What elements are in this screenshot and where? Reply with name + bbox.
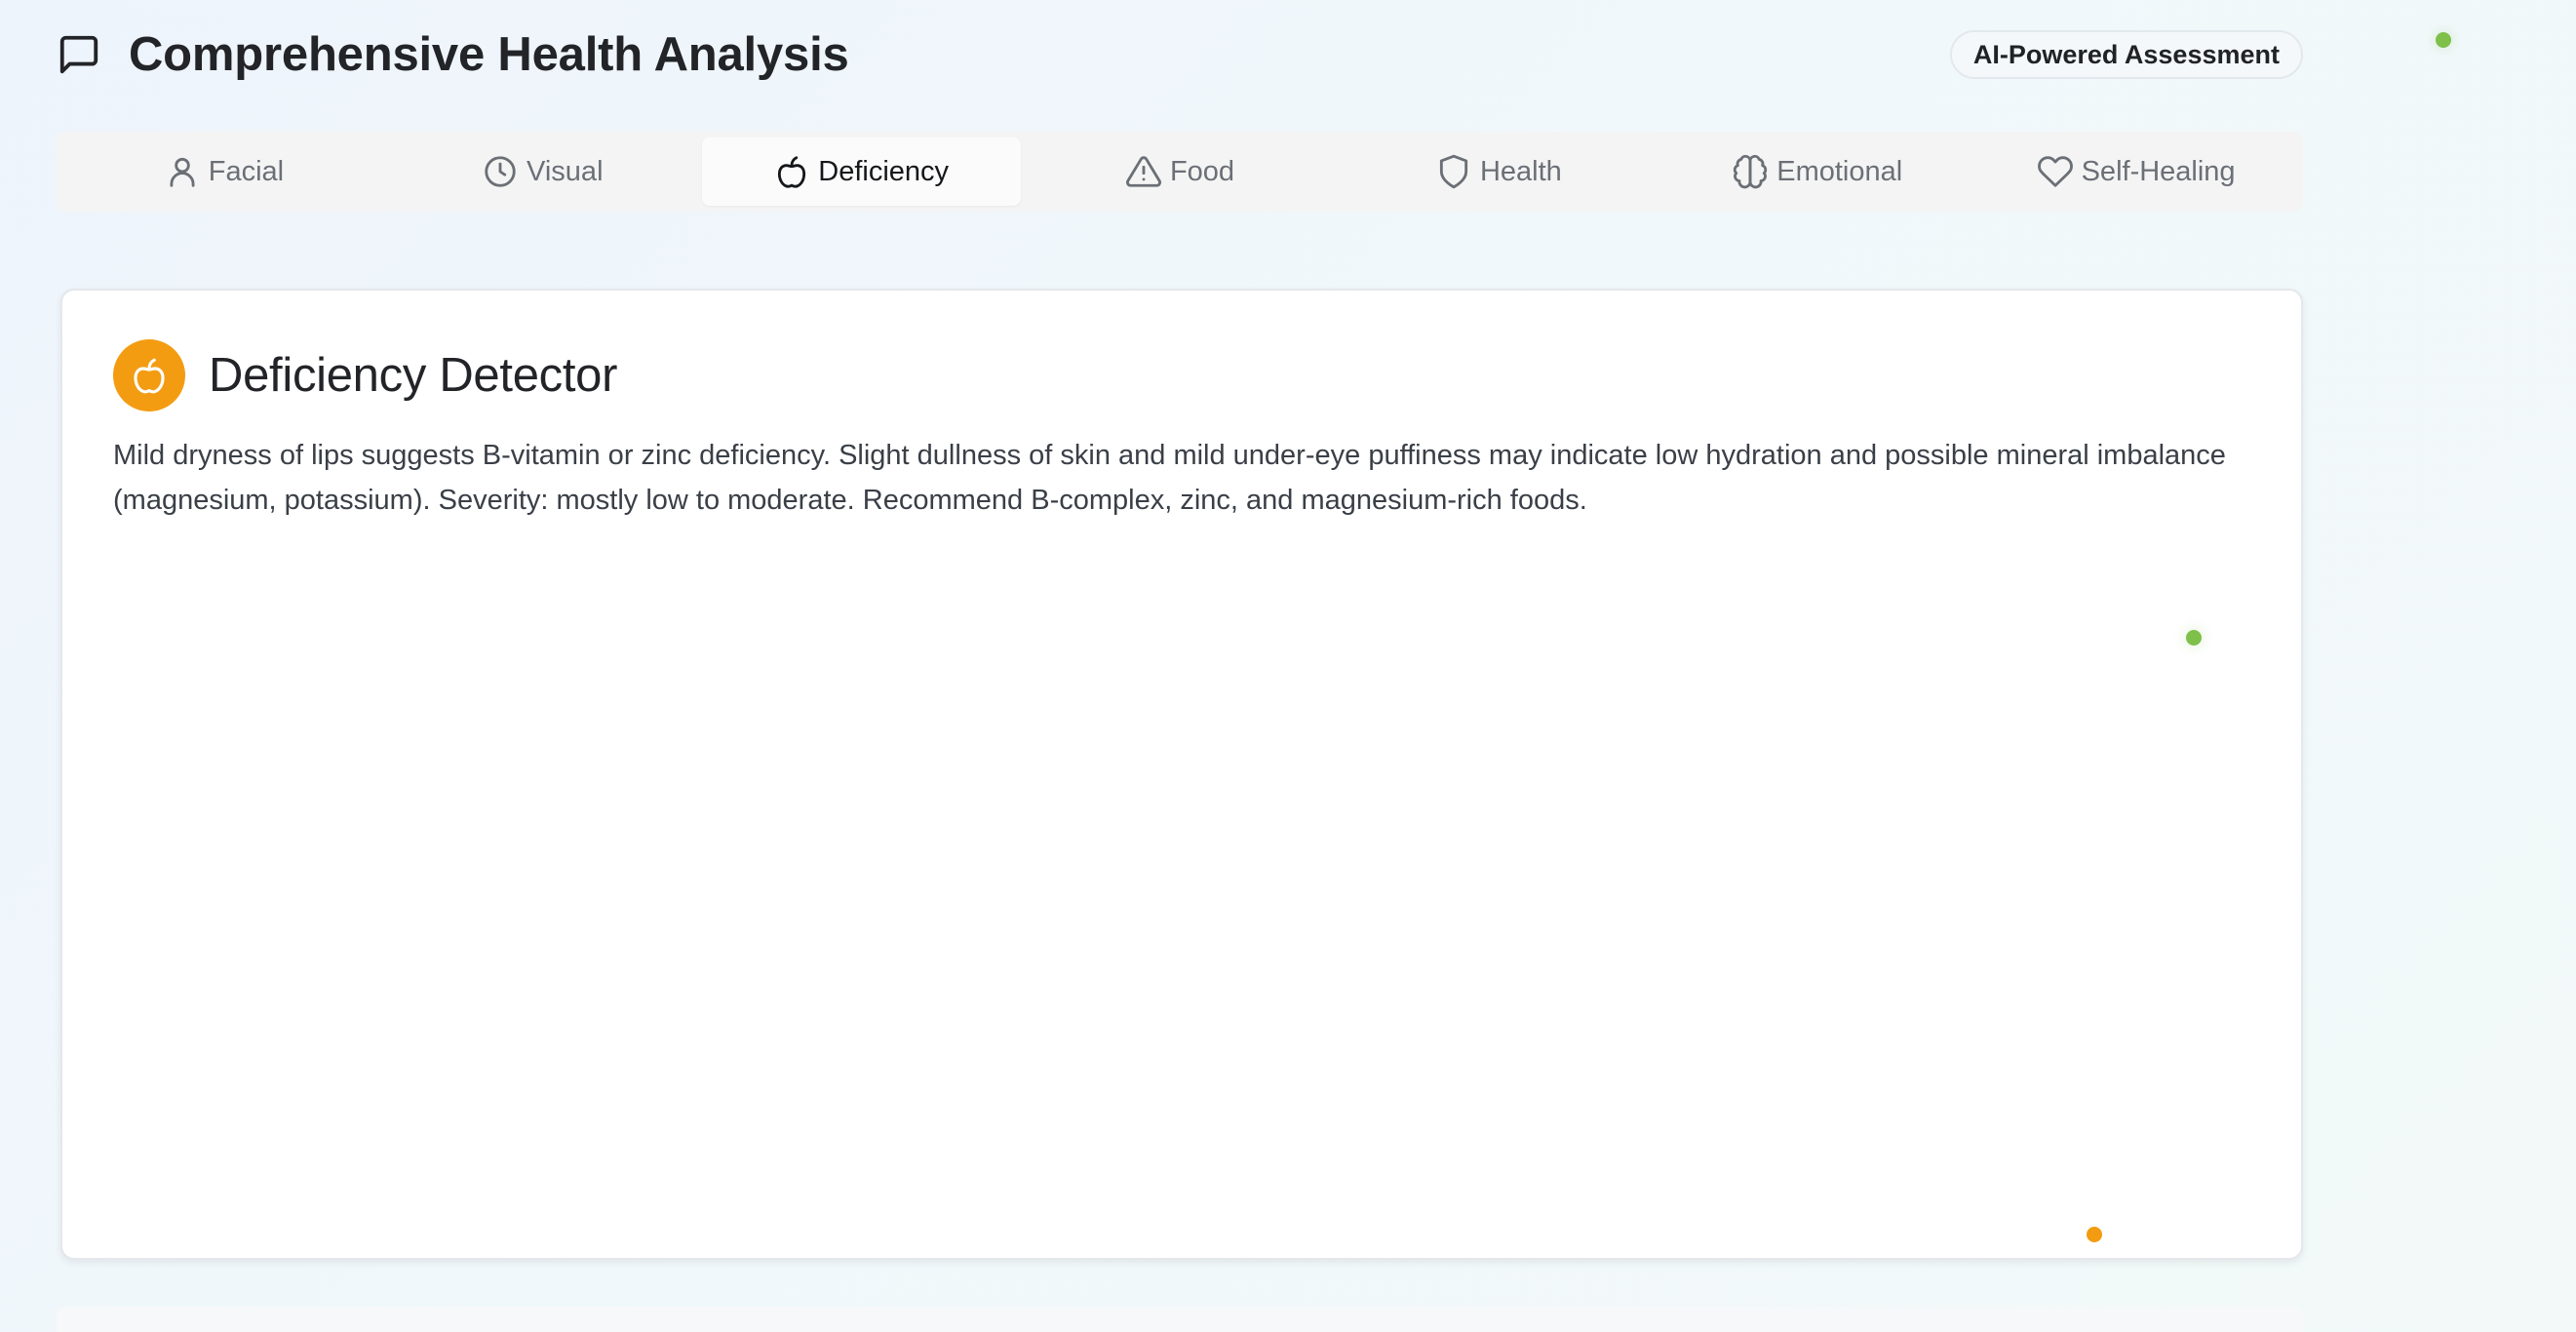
card-title: Deficiency Detector <box>209 349 618 402</box>
tab-emotional[interactable]: Emotional <box>1658 137 1976 206</box>
status-dot <box>2436 32 2451 48</box>
page-title: Comprehensive Health Analysis <box>129 28 849 81</box>
tab-food[interactable]: Food <box>1021 137 1340 206</box>
shield-icon <box>1439 154 1468 189</box>
tab-label: Self-Healing <box>2081 155 2236 187</box>
card-description: Mild dryness of lips suggests B-vitamin … <box>113 440 2226 516</box>
tab-visual[interactable]: Visual <box>383 137 702 206</box>
tab-label: Health <box>1479 155 1562 187</box>
ai-assessment-badge: AI-Powered Assessment <box>1949 30 2303 79</box>
tab-label: Food <box>1169 155 1235 187</box>
tab-self-healing[interactable]: Self-Healing <box>1976 137 2295 206</box>
apple-icon <box>778 156 806 188</box>
apple-icon <box>134 358 165 394</box>
next-section-edge <box>57 1307 2303 1332</box>
status-dot <box>2186 630 2202 646</box>
page-header: Comprehensive Health Analysis AI-Powered… <box>57 27 2303 82</box>
tab-label: Facial <box>208 155 285 187</box>
deficiency-detector-card: Deficiency Detector Mild dryness of lips… <box>60 289 2303 1260</box>
message-square-icon <box>59 35 98 74</box>
card-header: Deficiency Detector <box>113 339 617 411</box>
status-dot <box>2087 1227 2102 1242</box>
brain-icon <box>1734 154 1768 189</box>
alert-triangle-icon <box>1125 156 1161 187</box>
tab-label: Visual <box>527 155 604 187</box>
clock-icon <box>485 156 516 187</box>
card-icon-badge <box>113 339 185 411</box>
user-icon <box>170 157 195 187</box>
tab-label: Emotional <box>1776 155 1903 187</box>
tab-label: Deficiency <box>818 155 950 187</box>
tab-facial[interactable]: Facial <box>64 137 383 206</box>
heart-icon <box>2037 156 2073 187</box>
tab-deficiency[interactable]: Deficiency <box>701 137 1021 206</box>
analysis-tabs: Facial Visual Deficiency Food Health Emo… <box>57 132 2303 212</box>
tab-health[interactable]: Health <box>1339 137 1658 206</box>
